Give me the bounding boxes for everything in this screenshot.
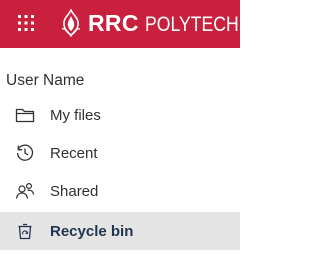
people-icon	[14, 180, 36, 202]
folder-icon	[14, 104, 36, 126]
nav-item-label: My files	[50, 106, 101, 124]
rrc-polytech-logo[interactable]: RRC POLYTECH	[60, 5, 256, 41]
nav-item-label: Recent	[50, 144, 98, 162]
nav-item-shared[interactable]: Shared	[0, 172, 240, 210]
nav-item-recycle-bin[interactable]: Recycle bin	[0, 212, 240, 250]
recycle-bin-icon	[14, 220, 36, 242]
waffle-icon	[18, 15, 34, 31]
history-clock-icon	[14, 142, 36, 164]
flame-emblem-icon	[61, 9, 81, 37]
nav-item-recent[interactable]: Recent	[0, 134, 240, 172]
app-header: RRC POLYTECH	[0, 0, 240, 48]
app-launcher-button[interactable]	[6, 3, 46, 43]
nav-item-my-files[interactable]: My files	[0, 96, 240, 134]
user-name: User Name	[6, 72, 85, 89]
logo-name: RRC	[88, 9, 139, 36]
left-nav: My files Recent Shared Recycle bin	[0, 96, 240, 250]
logo-subtitle: POLYTECH	[144, 12, 239, 36]
nav-item-label: Shared	[50, 182, 99, 200]
nav-item-label: Recycle bin	[50, 222, 134, 240]
